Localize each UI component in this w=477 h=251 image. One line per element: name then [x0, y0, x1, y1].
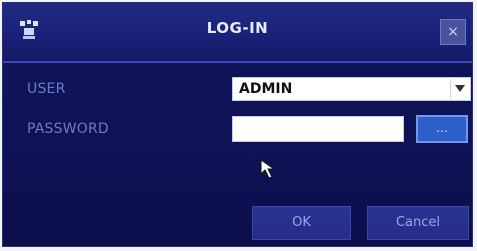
dialog-titlebar: LOG-IN ×: [3, 3, 472, 63]
login-dialog: LOG-IN × USER ADMIN PASSWORD ... OK Canc…: [2, 2, 473, 247]
keyboard-button-label: ...: [436, 121, 448, 135]
password-field[interactable]: [232, 116, 404, 142]
password-label: PASSWORD: [27, 121, 109, 137]
ok-button-label: OK: [292, 215, 311, 230]
screen-frame: LOG-IN × USER ADMIN PASSWORD ... OK Canc…: [0, 0, 477, 251]
cancel-button[interactable]: Cancel: [367, 206, 469, 240]
close-button[interactable]: ×: [440, 19, 466, 45]
user-dropdown-value: ADMIN: [239, 81, 293, 97]
cancel-button-label: Cancel: [395, 215, 441, 230]
virtual-keyboard-button[interactable]: ...: [416, 115, 468, 143]
ok-button[interactable]: OK: [252, 206, 351, 240]
user-dropdown[interactable]: ADMIN: [232, 77, 471, 101]
mouse-pointer-icon: [259, 158, 281, 180]
close-icon: ×: [447, 24, 459, 40]
user-label: USER: [27, 81, 66, 97]
chevron-down-icon[interactable]: [450, 79, 469, 99]
dialog-title: LOG-IN: [206, 19, 269, 37]
